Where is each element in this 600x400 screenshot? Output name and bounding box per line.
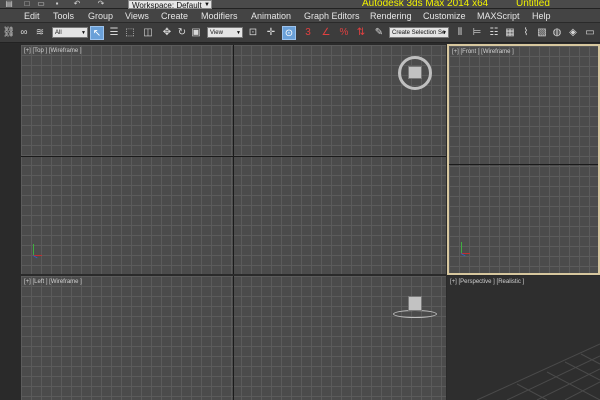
move-icon[interactable]: ✥ (160, 26, 174, 40)
angle-snap-icon[interactable]: ∠ (319, 26, 333, 40)
open-icon[interactable]: ▭ (36, 0, 46, 8)
menu-group[interactable]: Group (88, 10, 113, 22)
graphite-ribbon-icon[interactable]: ▦ (503, 26, 517, 40)
render-frame-icon[interactable]: ▭ (583, 26, 597, 40)
curve-editor-icon[interactable]: ⌇ (519, 26, 533, 40)
menu-create[interactable]: Create (161, 10, 188, 22)
app-menu-icon[interactable]: ▤ (4, 0, 14, 8)
viewport-left[interactable]: [+] [Left ] [Wireframe ] (21, 276, 446, 400)
keyboard-shortcut-override-icon[interactable]: ⊙ (282, 26, 296, 40)
bind-space-warp-icon[interactable]: ≋ (33, 26, 47, 40)
axis-tripod-icon (32, 244, 46, 259)
selection-filter-value: All (55, 30, 62, 36)
unlink-icon[interactable]: ∞ (17, 26, 31, 40)
app-title: Autodesk 3ds Max 2014 x64 (362, 0, 489, 9)
viewport-top[interactable]: [+] [Top ] [Wireframe ] (21, 45, 446, 274)
title-bar: ▤ □ ▭ ▪ ↶ ↷ Workspace: Default ▼ Autodes… (0, 0, 600, 10)
grid-axis-horizontal (21, 156, 446, 157)
menu-views[interactable]: Views (125, 10, 149, 22)
perspective-grid (476, 343, 600, 400)
spinner-snap-icon[interactable]: ⇅ (354, 26, 368, 40)
schematic-view-icon[interactable]: ▧ (535, 26, 549, 40)
named-selection-set-value: Create Selection Se (392, 30, 446, 36)
pivot-center-icon[interactable]: ⊡ (246, 26, 260, 40)
workspace-dropdown[interactable]: Workspace: Default ▼ (128, 0, 212, 10)
chevron-down-icon: ▼ (236, 30, 241, 36)
document-title: Untitled (516, 0, 550, 9)
axis-tripod-icon (460, 242, 474, 257)
viewport-front-label[interactable]: [+] [Front ] [Wireframe ] (452, 48, 514, 56)
select-object-icon[interactable]: ↖ (90, 26, 104, 40)
select-manipulate-icon[interactable]: ✛ (264, 26, 278, 40)
grid-axis-vertical (233, 276, 234, 400)
selection-filter-dropdown[interactable]: All ▼ (52, 27, 88, 38)
chevron-down-icon: ▼ (81, 30, 86, 36)
viewport-front[interactable]: [+] [Front ] [Wireframe ] (447, 44, 600, 275)
menu-tools[interactable]: Tools (53, 10, 74, 22)
viewport-perspective[interactable]: [+] [Perspective ] [Realistic ] (447, 276, 600, 400)
reference-coordinate-dropdown[interactable]: View ▼ (207, 27, 243, 38)
select-and-link-icon[interactable]: ⛓ (2, 26, 16, 40)
3ds-max-window: ▤ □ ▭ ▪ ↶ ↷ Workspace: Default ▼ Autodes… (0, 0, 600, 400)
layer-manager-icon[interactable]: ☷ (487, 26, 501, 40)
grid-axis-vertical (233, 45, 234, 274)
percent-snap-icon[interactable]: % (337, 26, 351, 40)
menu-modifiers[interactable]: Modifiers (201, 10, 238, 22)
menu-bar: Edit Tools Group Views Create Modifiers … (0, 9, 600, 23)
grid-axis-horizontal (449, 164, 598, 165)
named-selection-set-dropdown[interactable]: Create Selection Se ▼ (389, 27, 449, 38)
menu-help[interactable]: Help (532, 10, 551, 22)
mirror-icon[interactable]: ⫴ (453, 26, 467, 40)
viewport-top-label[interactable]: [+] [Top ] [Wireframe ] (24, 47, 82, 55)
menu-customize[interactable]: Customize (423, 10, 466, 22)
chevron-down-icon: ▼ (442, 30, 447, 36)
menu-maxscript[interactable]: MAXScript (477, 10, 520, 22)
window-crossing-icon[interactable]: ◫ (141, 26, 155, 40)
rotate-icon[interactable]: ↻ (175, 26, 189, 40)
new-icon[interactable]: □ (22, 0, 32, 8)
reference-coordinate-value: View (210, 30, 223, 36)
select-by-name-icon[interactable]: ☰ (107, 26, 121, 40)
render-setup-icon[interactable]: ◈ (566, 26, 580, 40)
menu-edit[interactable]: Edit (24, 10, 40, 22)
main-toolbar: ⛓ ∞ ≋ All ▼ ↖ ☰ ⬚ ◫ ✥ ↻ ▣ View ▼ ⊡ ✛ ⊙ 3… (0, 23, 600, 43)
redo-icon[interactable]: ↷ (96, 0, 106, 8)
scale-icon[interactable]: ▣ (189, 26, 203, 40)
material-editor-icon[interactable]: ◍ (550, 26, 564, 40)
viewcube-icon[interactable] (393, 294, 437, 318)
save-icon[interactable]: ▪ (52, 0, 62, 8)
menu-animation[interactable]: Animation (251, 10, 291, 22)
snaps-toggle-icon[interactable]: 3 (301, 26, 315, 40)
menu-graph-editors[interactable]: Graph Editors (304, 10, 360, 22)
viewcube-icon[interactable] (398, 56, 432, 90)
rectangular-selection-icon[interactable]: ⬚ (123, 26, 137, 40)
menu-rendering[interactable]: Rendering (370, 10, 412, 22)
undo-icon[interactable]: ↶ (72, 0, 82, 8)
edit-named-selection-icon[interactable]: ✎ (372, 26, 386, 40)
viewport-left-label[interactable]: [+] [Left ] [Wireframe ] (24, 278, 82, 286)
align-icon[interactable]: ⊨ (470, 26, 484, 40)
